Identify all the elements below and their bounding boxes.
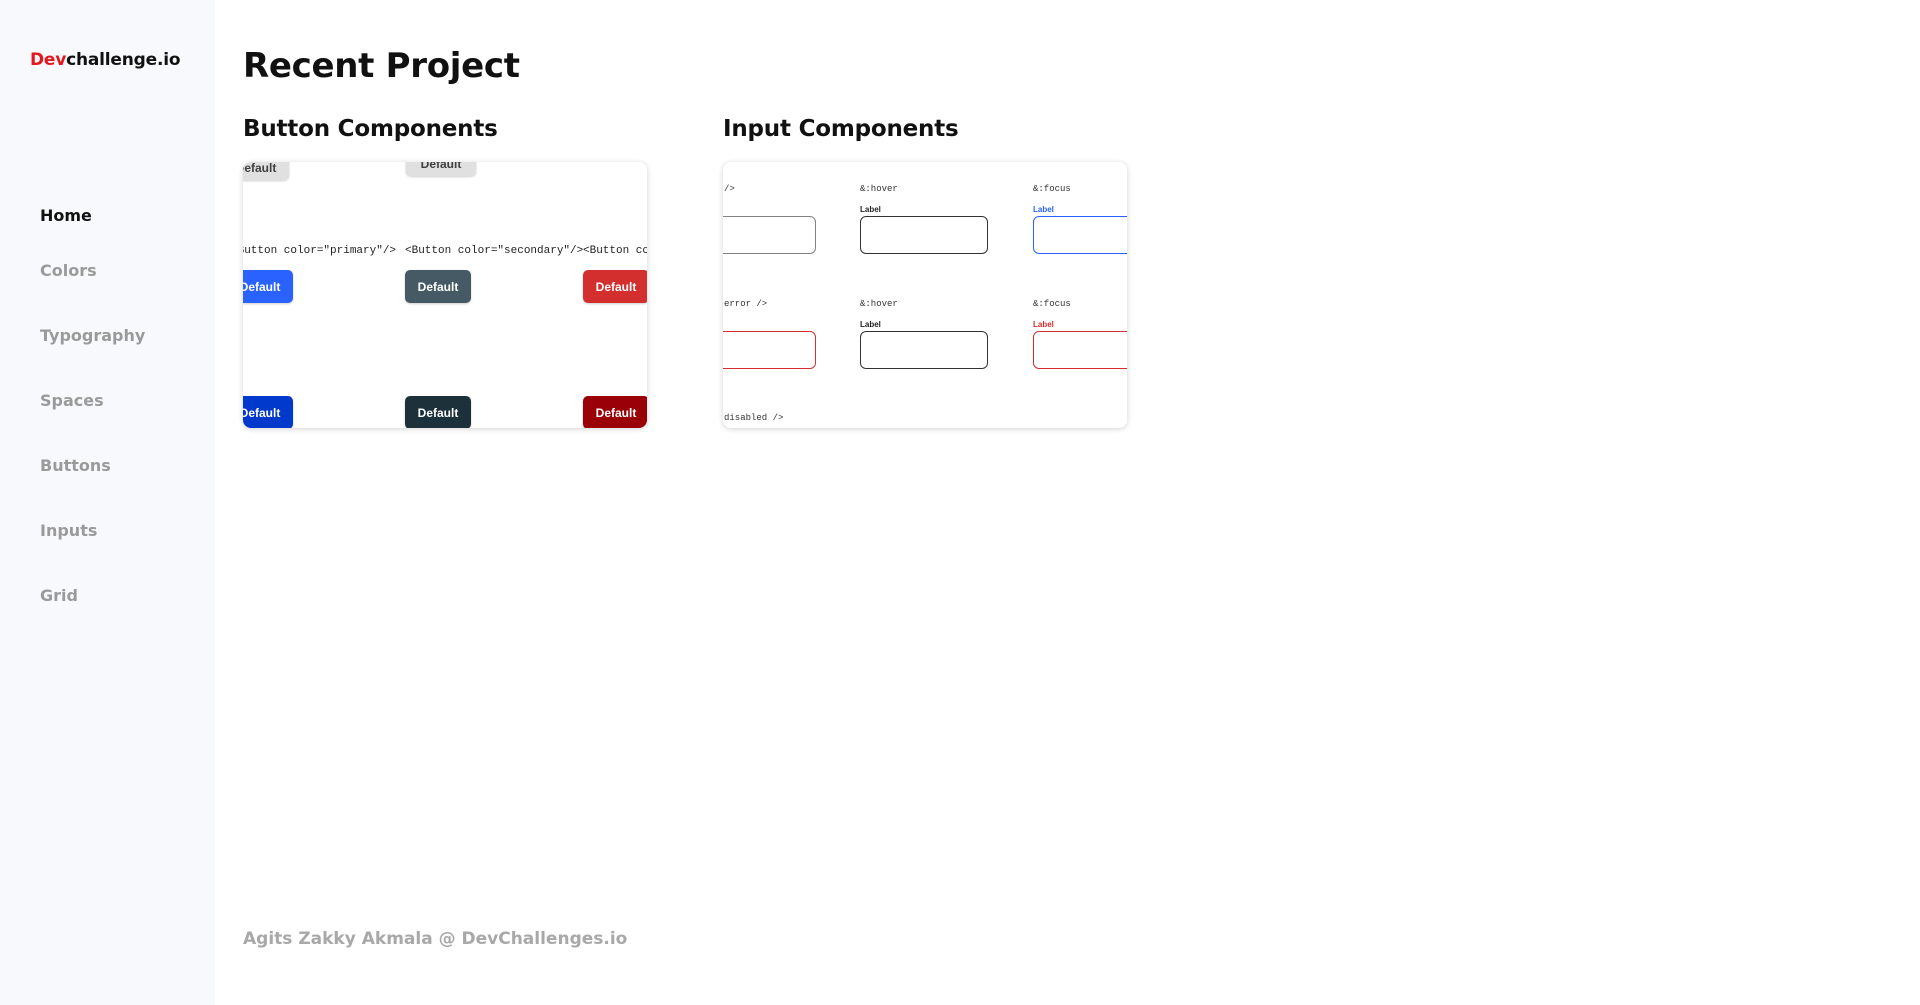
preview-code-label: &:hover	[860, 184, 898, 194]
preview-code-label: />	[724, 184, 735, 194]
card-title: Button Components	[243, 116, 498, 142]
button-components-thumbnail[interactable]: Default Default <Button color="primary"/…	[243, 162, 647, 428]
preview-input-label: Label	[860, 205, 881, 214]
preview-input-label: Label	[860, 320, 881, 329]
preview-secondary-button: Default	[405, 270, 471, 303]
preview-ghost-button: Default	[406, 162, 476, 176]
preview-code-label: error />	[724, 299, 768, 309]
preview-input-label: Label	[1033, 320, 1054, 329]
sidebar-item-home[interactable]: Home	[40, 206, 145, 261]
preview-code-label: disabled />	[724, 413, 784, 423]
sidebar-item-spaces[interactable]: Spaces	[40, 391, 145, 456]
preview-danger-hover-button: Default	[583, 396, 647, 428]
preview-input-label: Label	[1033, 205, 1054, 214]
preview-code-label: &:focus	[1033, 299, 1071, 309]
sidebar: Devchallenge.io Home Colors Typography S…	[0, 0, 215, 1005]
project-card-inputs[interactable]: Input Components /> &:hover &:focus Labe…	[723, 116, 1127, 428]
preview-code-label: <Button color="primary"/>	[243, 245, 397, 257]
preview-primary-hover-button: Default	[243, 396, 293, 428]
sidebar-item-inputs[interactable]: Inputs	[40, 521, 145, 586]
logo[interactable]: Devchallenge.io	[30, 50, 181, 70]
preview-code-label: &:hover	[860, 299, 898, 309]
preview-primary-button: Default	[243, 270, 293, 303]
logo-accent: Dev	[30, 50, 67, 70]
preview-code-label: <Button color="secondary"/>	[405, 245, 584, 257]
preview-input-error-box	[723, 331, 816, 369]
main-content: Recent Project Button Components Default…	[243, 0, 1920, 1005]
sidebar-item-grid[interactable]: Grid	[40, 586, 145, 651]
sidebar-item-buttons[interactable]: Buttons	[40, 456, 145, 521]
card-title: Input Components	[723, 116, 959, 142]
sidebar-nav: Home Colors Typography Spaces Buttons In…	[40, 206, 145, 651]
sidebar-item-typography[interactable]: Typography	[40, 326, 145, 391]
logo-text: challenge.io	[66, 50, 181, 70]
preview-input-error-hover-box	[860, 331, 988, 369]
input-components-thumbnail[interactable]: /> &:hover &:focus Label Label error /> …	[723, 162, 1127, 428]
preview-input-error-focus-box	[1033, 331, 1127, 369]
project-card-buttons[interactable]: Button Components Default Default <Butto…	[243, 116, 647, 428]
preview-input-box	[723, 216, 816, 254]
preview-code-label: &:focus	[1033, 184, 1071, 194]
preview-input-focus-box	[1033, 216, 1127, 254]
preview-secondary-hover-button: Default	[405, 396, 471, 428]
preview-danger-button: Default	[583, 270, 647, 303]
sidebar-item-colors[interactable]: Colors	[40, 261, 145, 326]
preview-ghost-button: Default	[243, 162, 289, 180]
footer-credit: Agits Zakky Akmala @ DevChallenges.io	[243, 929, 628, 949]
preview-code-label: <Button colo	[583, 245, 647, 257]
page-title: Recent Project	[243, 46, 520, 86]
preview-input-hover-box	[860, 216, 988, 254]
